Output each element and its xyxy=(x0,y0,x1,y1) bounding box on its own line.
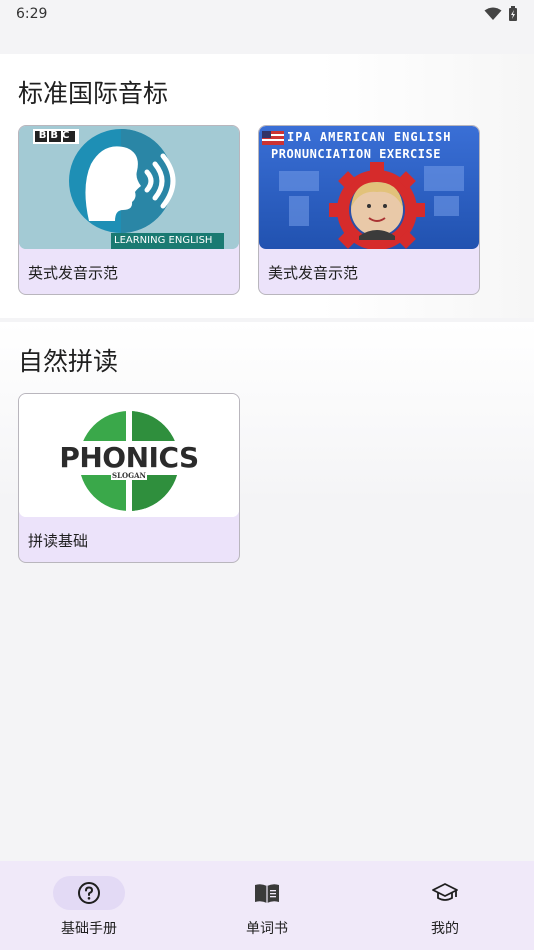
wifi-icon xyxy=(484,7,502,20)
section-title: 标准国际音标 xyxy=(18,79,169,108)
nav-icon-container xyxy=(231,876,303,910)
bottom-navigation: 基础手册 单词书 我的 xyxy=(0,861,534,950)
phonics-sub: SLOGAN xyxy=(112,471,146,480)
phonics-word: PHONICS xyxy=(59,441,199,474)
card-label: 英式发音示范 xyxy=(28,264,119,282)
bbc-badge-text: BBC xyxy=(38,130,74,141)
section-title: 自然拼读 xyxy=(18,347,119,376)
status-time: 6:29 xyxy=(16,6,48,22)
card-phonics-basics[interactable]: PHONICS SLOGAN 拼读基础 xyxy=(18,393,240,563)
card-american-pronunciation[interactable]: IPA AMERICAN ENGLISH PRONUNCIATION EXERC… xyxy=(258,125,480,295)
nav-active-indicator xyxy=(53,876,125,910)
status-icons xyxy=(484,6,518,22)
nav-label: 基础手册 xyxy=(61,921,117,937)
graduation-cap-icon xyxy=(432,883,458,901)
nav-item-profile[interactable]: 我的 xyxy=(356,861,534,950)
nav-label: 我的 xyxy=(431,921,459,937)
ipa-title-line2: PRONUNCIATION EXERCISE xyxy=(271,147,441,161)
card-label: 美式发音示范 xyxy=(268,264,359,282)
nav-icon-container xyxy=(409,876,481,910)
ipa-american-thumbnail: IPA AMERICAN ENGLISH PRONUNCIATION EXERC… xyxy=(259,126,479,249)
bbc-caption-text: LEARNING ENGLISH xyxy=(114,235,213,246)
section-standard-ipa: 标准国际音标 BBC LEARNING ENGLISH 英式发音示范 IPA A… xyxy=(0,54,534,318)
ipa-title-line1: IPA AMERICAN ENGLISH xyxy=(287,130,452,144)
book-open-icon xyxy=(255,884,279,903)
battery-icon xyxy=(509,6,517,21)
nav-item-basics[interactable]: 基础手册 xyxy=(0,861,178,950)
card-label: 拼读基础 xyxy=(28,532,89,550)
help-circle-icon xyxy=(78,882,100,904)
bbc-thumbnail: BBC LEARNING ENGLISH xyxy=(19,126,239,249)
section-phonics: 自然拼读 PHONICS SLOGAN 拼读基础 xyxy=(0,322,534,582)
nav-label: 单词书 xyxy=(246,921,288,937)
card-british-pronunciation[interactable]: BBC LEARNING ENGLISH 英式发音示范 xyxy=(18,125,240,295)
nav-item-wordbook[interactable]: 单词书 xyxy=(178,861,356,950)
status-bar: 6:29 xyxy=(0,0,534,28)
phonics-thumbnail: PHONICS SLOGAN xyxy=(19,394,239,517)
